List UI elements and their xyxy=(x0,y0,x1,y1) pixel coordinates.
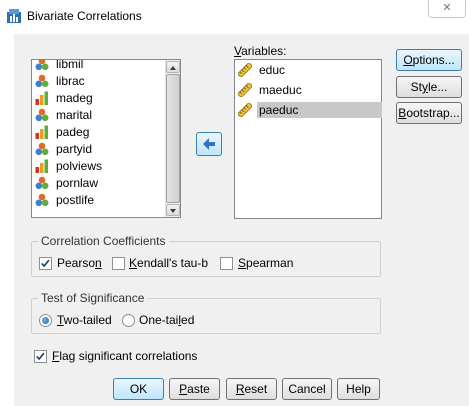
style-button[interactable]: Style... xyxy=(396,76,462,98)
arrow-left-icon xyxy=(203,138,215,150)
bootstrap-button[interactable]: Bootstrap... xyxy=(396,102,462,124)
ordinal-variable-icon xyxy=(35,125,49,139)
nominal-variable-icon xyxy=(35,193,49,207)
spss-app-icon xyxy=(7,9,21,23)
spearman-label[interactable]: Spearman xyxy=(238,256,293,270)
nominal-variable-icon xyxy=(35,60,49,71)
help-button[interactable]: Help xyxy=(337,378,380,400)
kendall-tau-b-checkbox[interactable] xyxy=(112,257,125,270)
cancel-button[interactable]: Cancel xyxy=(282,378,332,400)
source-list-item-label: polviews xyxy=(56,159,103,173)
kendall-tau-b-label[interactable]: Kendall's tau-b xyxy=(129,256,208,270)
variables-list-item-label: maeduc xyxy=(259,83,302,97)
source-list-item-label: marital xyxy=(56,108,93,122)
checkmark-icon xyxy=(36,352,45,361)
close-icon: ✕ xyxy=(442,2,452,14)
nominal-variable-icon xyxy=(35,74,49,88)
ordinal-variable-icon xyxy=(35,91,49,105)
variables-label: Variables: xyxy=(234,44,287,58)
scroll-down-icon xyxy=(170,209,176,213)
source-list-item-label: pornlaw xyxy=(56,176,99,190)
nominal-variable-icon xyxy=(35,142,49,156)
scroll-down-button[interactable] xyxy=(166,204,180,216)
one-tailed-radio[interactable] xyxy=(122,314,135,327)
source-list-scrollbar[interactable] xyxy=(165,60,180,217)
variables-list[interactable]: educ maeduc paeduc xyxy=(234,59,382,219)
paste-button[interactable]: Paste xyxy=(169,378,220,400)
scroll-up-button[interactable] xyxy=(166,61,180,73)
scale-variable-icon xyxy=(237,102,253,118)
flag-significant-label[interactable]: Flag significant correlations xyxy=(52,349,197,363)
variables-list-item-label: educ xyxy=(259,63,286,77)
correlation-coefficients-title: Correlation Coefficients xyxy=(38,234,169,248)
one-tailed-label[interactable]: One-tailed xyxy=(139,313,194,327)
source-list-item-label: postlife xyxy=(56,193,95,207)
pearson-checkbox[interactable] xyxy=(39,257,52,270)
close-button[interactable]: ✕ xyxy=(428,0,466,18)
two-tailed-radio[interactable] xyxy=(39,314,52,327)
options-button[interactable]: Options... xyxy=(396,49,462,71)
source-list-item-label: padeg xyxy=(56,125,90,139)
ok-button[interactable]: OK xyxy=(113,378,164,400)
test-of-significance-group: Test of Significance Two-tailed One-tail… xyxy=(31,291,381,334)
reset-button[interactable]: Reset xyxy=(226,378,277,400)
nominal-variable-icon xyxy=(35,176,49,190)
scale-variable-icon xyxy=(237,62,253,78)
ordinal-variable-icon xyxy=(35,159,49,173)
scale-variable-icon xyxy=(237,82,253,98)
flag-significant-checkbox[interactable] xyxy=(34,350,47,363)
checkmark-icon xyxy=(41,259,50,268)
correlation-coefficients-group: Correlation Coefficients Pearson Kendall… xyxy=(31,234,381,277)
dialog-body: libmil librac madeg marital padeg partyid polv… xyxy=(14,34,469,406)
two-tailed-label[interactable]: Two-tailed xyxy=(57,313,112,327)
title-bar: Bivariate Correlations ✕ xyxy=(0,0,469,34)
source-list-item-label: libmil xyxy=(56,59,84,71)
test-of-significance-title: Test of Significance xyxy=(38,291,148,305)
nominal-variable-icon xyxy=(35,108,49,122)
source-list-item-label: madeg xyxy=(56,91,93,105)
scroll-up-icon xyxy=(170,66,176,70)
variables-list-item-label: paeduc xyxy=(257,102,382,118)
source-list-item-label: librac xyxy=(56,74,85,88)
source-variable-list[interactable]: libmil librac madeg marital padeg partyid polv… xyxy=(31,59,181,218)
source-list-item-label: partyid xyxy=(56,142,93,156)
window-title: Bivariate Correlations xyxy=(27,9,142,23)
move-to-variables-button[interactable] xyxy=(196,132,222,156)
scroll-thumb[interactable] xyxy=(166,74,180,203)
pearson-label[interactable]: Pearson xyxy=(57,256,102,270)
spearman-checkbox[interactable] xyxy=(220,257,233,270)
